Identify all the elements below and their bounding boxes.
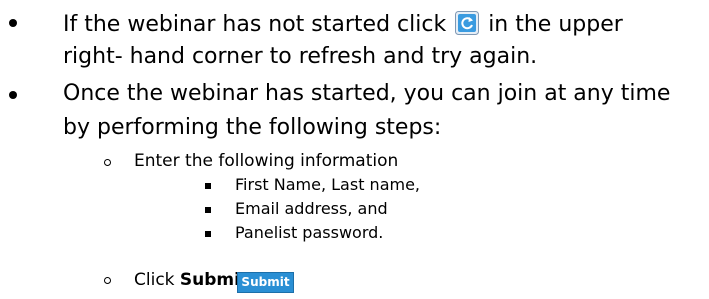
refresh-icon[interactable]	[455, 11, 480, 35]
refresh-text-after: in the upper	[488, 12, 623, 37]
join-line-2: by performing the following steps:	[63, 115, 442, 140]
enter-info-text: Enter the following information	[134, 151, 399, 171]
field-email: Email address, and	[235, 199, 388, 218]
refresh-text-before: If the webinar has not started click	[63, 12, 447, 37]
bullet-disc	[9, 91, 17, 99]
join-line-1: Once the webinar has started, you can jo…	[63, 81, 671, 106]
field-password: Panelist password.	[235, 223, 384, 242]
bullet-disc	[9, 19, 17, 27]
click-submit-text: Click Submit.	[134, 272, 254, 289]
bullet-circle	[104, 277, 111, 284]
field-first-last-name: First Name, Last name,	[235, 175, 421, 194]
bullet-square	[205, 231, 211, 237]
refresh-instruction: If the webinar has not started click in …	[63, 11, 623, 36]
click-prefix: Click	[134, 270, 175, 290]
refresh-continuation: right- hand corner to refresh and try ag…	[63, 44, 538, 69]
bullet-circle	[104, 159, 111, 166]
submit-button[interactable]: Submit	[237, 272, 294, 293]
bullet-square	[205, 207, 211, 213]
bullet-square	[205, 183, 211, 189]
